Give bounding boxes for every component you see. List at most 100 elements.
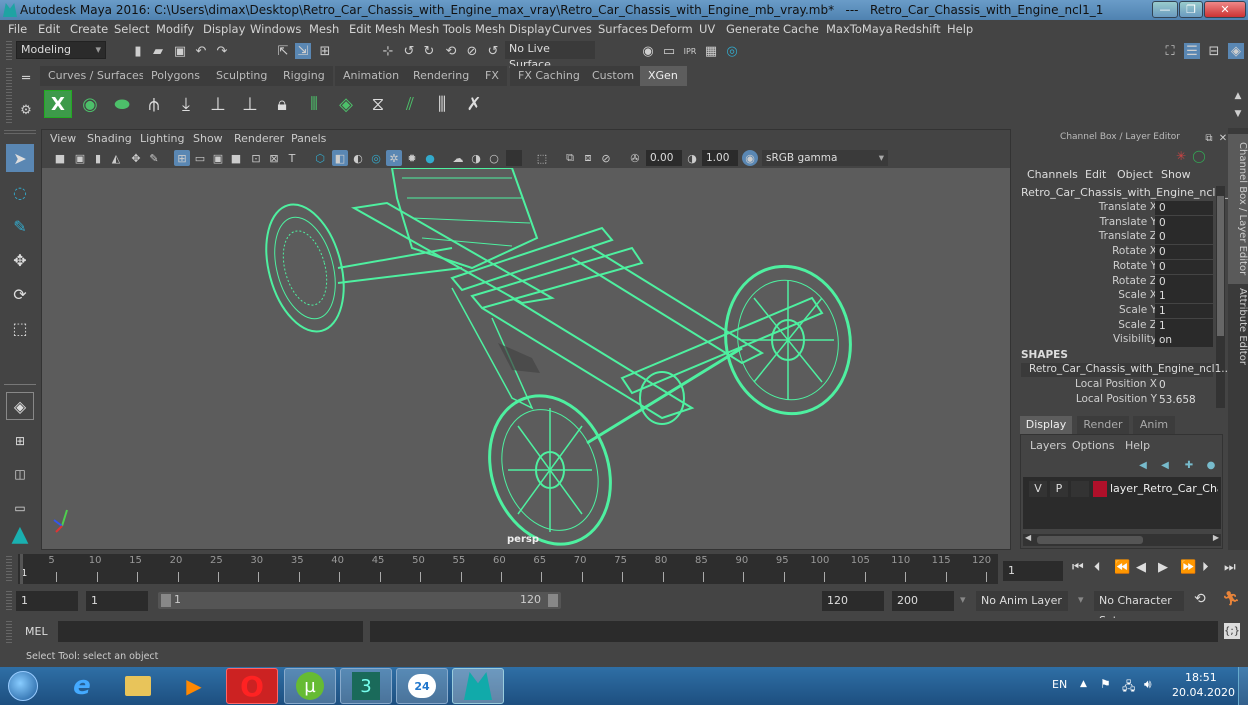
network-icon[interactable]: 🖧︎ [1122,677,1135,698]
vp-menu-show[interactable]: Show [193,132,223,145]
go-to-end-icon[interactable]: ⏭ [1224,560,1236,575]
taskbar-opera[interactable]: O [226,668,278,704]
multisample-aa-icon[interactable]: ○ [486,150,502,166]
shelf-tab-animation[interactable]: Animation [335,66,408,86]
attribute-editor-toggle-icon[interactable]: ☰ [1184,43,1200,59]
channel-value[interactable]: 1 [1155,318,1213,333]
hypershade-icon[interactable]: ◎ [724,43,740,59]
ipr-render-icon[interactable]: IPR [682,43,698,59]
rebuild-guides-icon[interactable]: ⫼ [428,90,456,118]
shelf-scroll-down-icon[interactable]: ▼ [1230,106,1246,122]
lasso-tool-icon[interactable]: ◌ [6,178,34,206]
channel-row[interactable]: Rotate Z0 [1015,274,1215,290]
layer-menu-help[interactable]: Help [1125,439,1150,452]
exposure-icon[interactable]: ✇ [627,150,643,166]
taskbar-3ds-max[interactable]: 3 [340,668,392,704]
chevron-down-icon[interactable]: ▾ [1078,593,1084,606]
screen-space-ao-icon[interactable]: ☁ [450,150,466,166]
channel-box-toggle-icon[interactable]: ◈ [1228,43,1244,59]
safe-action-icon[interactable]: ⊠ [266,150,282,166]
move-layer-up-icon[interactable]: ◀ [1135,457,1151,473]
xray-icon[interactable]: ⧉ [562,150,578,166]
channel-value[interactable]: 1 [1155,289,1213,304]
object-name[interactable]: Retro_Car_Chassis_with_Engine_ncl1_1 [1021,186,1235,199]
shelf-tab-custom[interactable]: Custom [584,66,643,86]
select-guides-icon[interactable]: ⫽ [396,90,424,118]
new-layer-icon[interactable]: ✚ [1181,457,1197,473]
layer-name[interactable]: layer_Retro_Car_Chassis_ [1110,482,1218,495]
shelf-tab-fx-caching[interactable]: FX Caching [510,66,588,86]
playhead[interactable] [20,554,23,584]
maya-home-icon[interactable]: ▲ [6,520,34,548]
delete-description-icon[interactable]: ⬬ [108,90,136,118]
single-pane-layout-icon[interactable]: ◈ [6,392,34,420]
channel-value[interactable]: on [1155,333,1213,348]
grid-icon[interactable]: ⊞ [174,150,190,166]
minimize-button[interactable]: — [1152,1,1178,18]
create-description-icon[interactable]: ◉ [76,90,104,118]
menu-windows[interactable]: Windows [250,20,301,39]
bookmark-icon[interactable]: ▮ [90,150,106,166]
xgen-window-icon[interactable]: X [44,90,72,118]
layer-playback-toggle[interactable]: P [1050,481,1068,497]
grip-handle[interactable] [6,591,12,611]
snap-grid-icon[interactable]: ⊹ [380,43,396,59]
volume-icon[interactable]: 🔊︎ [1144,677,1152,692]
color-management-icon[interactable]: ◉ [742,150,758,166]
mel-input[interactable] [58,621,363,642]
grip-handle[interactable] [4,130,36,134]
animation-end-field[interactable]: 200 [892,591,954,611]
menu-curves[interactable]: Curves [552,20,592,39]
guides-to-curves-icon[interactable]: ⫴ [300,90,328,118]
channel-value[interactable]: 0 [1155,259,1213,274]
clock-date[interactable]: 20.04.2020 [1172,686,1235,699]
snap-surface-icon[interactable]: ⊘ [464,43,480,59]
modeling-toolkit-icon[interactable]: ⛶ [1162,43,1178,59]
menu-cache[interactable]: Cache [783,20,819,39]
camera-attributes-icon[interactable]: ▣ [72,150,88,166]
channel-label[interactable]: Visibility [1113,333,1157,345]
layer-tab-render[interactable]: Render [1077,416,1129,434]
current-frame-field[interactable]: 1 [1003,561,1063,581]
menu-mesh[interactable]: Mesh [309,20,339,39]
smooth-shade-icon[interactable]: ◧ [332,150,348,166]
render-settings-icon[interactable]: ▦ [703,43,719,59]
channel-row[interactable]: Scale Z1 [1015,318,1215,334]
playback-end-field[interactable]: 120 [822,591,884,611]
taskbar-maya[interactable] [452,668,504,704]
taskbar-file-explorer[interactable] [112,668,164,704]
anim-layer-dropdown[interactable]: No Anim Layer [976,591,1068,611]
select-object-icon[interactable]: ⇲ [295,43,311,59]
channel-label[interactable]: Rotate Z [1112,275,1157,287]
vp-menu-view[interactable]: View [50,132,76,145]
taskbar-internet-explorer[interactable]: e [56,668,108,704]
menu-create[interactable]: Create [70,20,108,39]
channel-row[interactable]: Scale Y1 [1015,303,1215,319]
open-scene-icon[interactable]: ▰ [150,43,166,59]
channel-row[interactable]: Rotate X0 [1015,245,1215,260]
channel-row[interactable]: Scale X1 [1015,289,1215,304]
render-view-icon[interactable]: ◉ [640,43,656,59]
shelf-tab-xgen[interactable]: XGen [640,66,687,86]
menu-select[interactable]: Select [114,20,149,39]
layer-hscrollbar[interactable]: ◀ ▶ [1023,533,1221,546]
guide-visibility-icon[interactable]: ⊥ [236,90,264,118]
menu-surfaces[interactable]: Surfaces [598,20,648,39]
save-scene-icon[interactable]: ▣ [172,43,188,59]
snap-live-icon[interactable]: ↺ [485,43,501,59]
add-guides-icon[interactable]: ⫛ [140,90,168,118]
snap-point-icon[interactable]: ↻ [421,43,437,59]
maximize-button[interactable]: ❐ [1179,1,1203,18]
four-pane-layout-icon[interactable]: ⊞ [6,427,34,455]
manipulator-icon[interactable]: ✳ [1173,148,1189,164]
shelf-scroll-up-icon[interactable]: ▲ [1230,88,1246,104]
rotate-tool-icon[interactable]: ⟳ [6,280,34,308]
menu-file[interactable]: File [8,20,27,39]
shelf-settings-icon[interactable]: ⚙ [18,102,34,118]
color-space-dropdown[interactable]: sRGB gamma ▾ [762,150,888,166]
play-forward-icon[interactable]: ▶ [1158,560,1168,575]
menu-deform[interactable]: Deform [650,20,693,39]
2d-pan-zoom-icon[interactable]: ✥ [128,150,144,166]
select-hierarchy-icon[interactable]: ⇱ [275,43,291,59]
tool-settings-toggle-icon[interactable]: ⊟ [1206,43,1222,59]
